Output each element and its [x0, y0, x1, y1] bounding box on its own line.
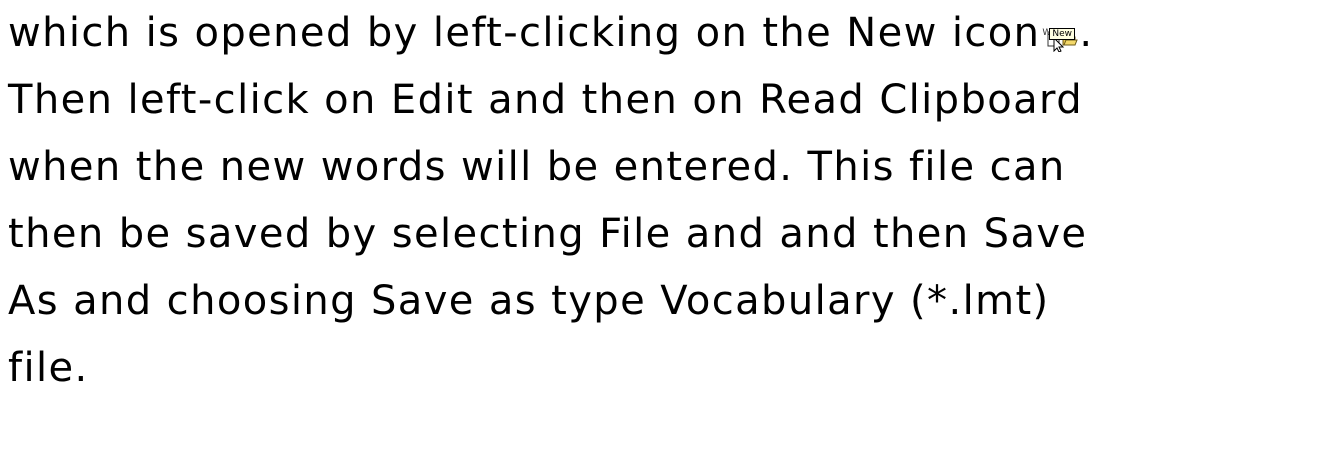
- document-paragraph: which is opened by left-clicking on the …: [8, 0, 1318, 402]
- paragraph-line-1: which is opened by left-clicking on the …: [8, 0, 1318, 67]
- line-1-text: which is opened by left-clicking on the …: [8, 10, 1041, 56]
- paragraph-line-2: Then left-click on Edit and then on Read…: [8, 77, 1083, 123]
- line-1-period: .: [1079, 10, 1094, 56]
- paragraph-line-3: when the new words will be entered. This…: [8, 144, 1066, 190]
- new-document-icon: W New: [1042, 6, 1079, 53]
- paragraph-line-5: As and choosing Save as type Vocabulary …: [8, 278, 1050, 324]
- paragraph-line-6: file.: [8, 345, 89, 391]
- paragraph-line-4: then be saved by selecting File and and …: [8, 211, 1088, 257]
- new-tooltip: New: [1049, 28, 1076, 40]
